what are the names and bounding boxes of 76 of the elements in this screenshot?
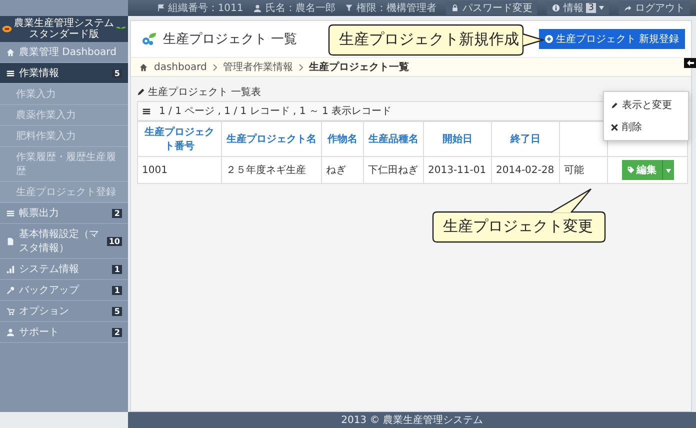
header-info-text: 組織番号：1011 xyxy=(168,2,244,15)
list-icon xyxy=(142,106,151,116)
callout-text: 生産プロジェクト新規作成 xyxy=(339,30,519,49)
breadcrumb-current: 生産プロジェクト一覧 xyxy=(308,60,409,74)
menu-item[interactable]: 削除 xyxy=(604,116,688,138)
user-icon xyxy=(253,4,262,12)
pencil-icon xyxy=(611,102,618,108)
column-header[interactable]: 生産プロジェクト番号 xyxy=(138,122,222,156)
sidebar-item[interactable]: 作業情報 5 xyxy=(0,63,128,84)
table-cell: 可能 xyxy=(560,156,608,184)
menu-item[interactable]: 表示と変更 xyxy=(604,94,688,116)
new-project-button[interactable]: 生産プロジェクト 新規登録 xyxy=(538,29,685,49)
column-header[interactable]: 終了日 xyxy=(492,122,560,156)
column-header[interactable]: 開始日 xyxy=(424,122,492,156)
app-name: 農業生産管理システム xyxy=(14,18,114,28)
sidebar-item[interactable]: 帳票出力 2 xyxy=(0,203,128,224)
column-header[interactable]: 作物名 xyxy=(322,122,364,156)
left-arrow-icon xyxy=(686,60,694,66)
logo-icon xyxy=(2,25,12,33)
table-cell: ２５年度ネギ生産 xyxy=(222,156,322,184)
list-icon xyxy=(6,68,15,78)
table-cell: 1001 xyxy=(138,156,222,184)
file-icon xyxy=(6,236,15,246)
count-badge: 5 xyxy=(112,68,122,78)
header-button[interactable]: 情報 3 xyxy=(547,1,609,15)
count-badge: 5 xyxy=(112,306,122,316)
footer-text: 2013 © 農業生産管理システム xyxy=(341,414,483,427)
header-button[interactable]: パスワード変更 xyxy=(446,1,538,15)
caret-icon xyxy=(599,6,604,10)
sidebar-item[interactable]: システム情報 1 xyxy=(0,259,128,280)
home-icon xyxy=(139,62,148,72)
collapse-toggle[interactable] xyxy=(684,58,696,68)
pager-text: 1 / 1 ページ , 1 / 1 レコード , 1 ～ 1 表示レコード xyxy=(159,104,392,118)
plus-circle-icon xyxy=(544,35,553,43)
bar-chart-icon xyxy=(6,264,15,274)
gears-icon xyxy=(141,32,157,46)
count-badge: 2 xyxy=(112,328,122,336)
count-badge: 1 xyxy=(112,264,122,274)
chevron-icon xyxy=(298,64,303,70)
tag-icon xyxy=(626,166,634,174)
close-icon xyxy=(611,124,618,130)
dropdown-toggle[interactable] xyxy=(662,160,674,180)
filter-icon xyxy=(345,4,354,12)
flag-icon xyxy=(156,4,165,12)
breadcrumb-link[interactable]: 管理者作業情報 xyxy=(222,60,293,74)
table-caption: 生産プロジェクト 一覧表 xyxy=(148,86,262,99)
sidebar-item[interactable]: オプション 5 xyxy=(0,301,128,322)
page-title: 生産プロジェクト 一覧 xyxy=(163,31,298,48)
list-icon xyxy=(6,208,15,218)
table-cell: 下仁田ねぎ xyxy=(364,156,424,184)
sidebar-item[interactable]: サポート 2 xyxy=(0,322,128,343)
count-badge: 10 xyxy=(106,236,122,246)
cart-icon xyxy=(6,306,15,316)
column-header[interactable]: 生産プロジェクト名 xyxy=(222,122,322,156)
caret-icon xyxy=(666,168,670,172)
home-icon xyxy=(6,48,15,56)
header-info-text: 権限：機構管理者 xyxy=(356,2,436,15)
table-cell: ねぎ xyxy=(322,156,364,184)
breadcrumb-link[interactable]: dashboard xyxy=(154,62,207,72)
lock-icon xyxy=(451,4,460,12)
info-icon xyxy=(552,4,560,12)
sidebar-item[interactable]: バックアップ 1 xyxy=(0,280,128,301)
column-header[interactable]: 生産品種名 xyxy=(364,122,424,156)
count-badge: 1 xyxy=(112,286,122,294)
share-arrow-icon xyxy=(624,4,632,12)
user-icon xyxy=(6,328,15,336)
table-cell: 2013-11-01 xyxy=(424,156,492,184)
header-info-text: 氏名：農名一郎 xyxy=(265,2,336,15)
callout-text: 生産プロジェクト変更 xyxy=(443,217,593,236)
pencil-icon xyxy=(137,88,145,96)
chevron-icon xyxy=(212,64,217,70)
header-button[interactable]: ログアウト xyxy=(619,1,690,15)
edition-label: スタンダード版 xyxy=(29,30,99,40)
table-cell: 2014-02-28 xyxy=(492,156,560,184)
count-badge: 2 xyxy=(112,208,122,218)
count-badge: 3 xyxy=(586,3,596,13)
